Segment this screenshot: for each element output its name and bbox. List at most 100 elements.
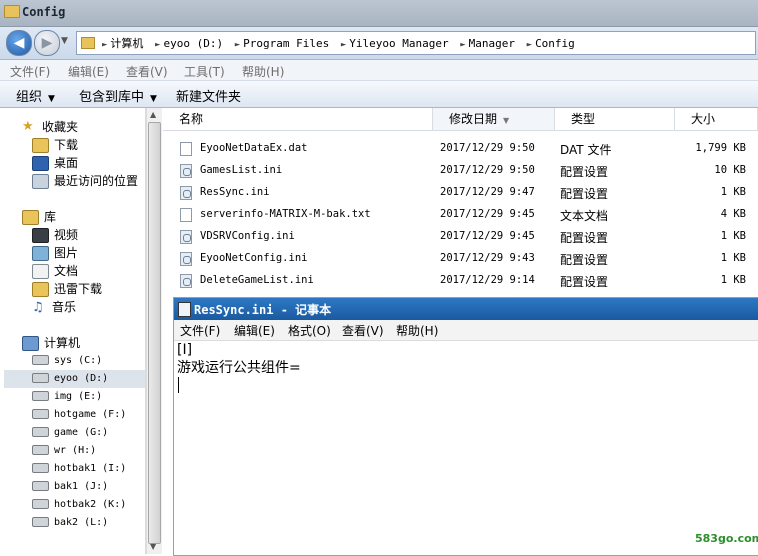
config-file-icon — [180, 230, 192, 244]
drive-i[interactable]: hotbak1 (I:) — [32, 460, 126, 478]
table-row[interactable]: DeleteGameList.ini 2017/12/29 9:14 配置设置 … — [163, 270, 758, 292]
breadcrumb-item[interactable]: 计算机 — [110, 37, 143, 50]
video-library-icon — [32, 228, 49, 243]
drive-h[interactable]: wr (H:) — [32, 442, 96, 460]
nav-item-recent[interactable]: 最近访问的位置 — [32, 172, 138, 190]
table-row[interactable]: VDSRVConfig.ini 2017/12/29 9:45 配置设置 1 K… — [163, 226, 758, 248]
notepad-menu-file[interactable]: 文件(F) — [180, 322, 220, 339]
computer-icon — [22, 336, 39, 351]
desktop-icon — [32, 156, 49, 171]
column-header-size[interactable]: 大小 — [675, 108, 758, 130]
back-button[interactable]: ◀ — [6, 30, 32, 56]
notepad-menu-format[interactable]: 格式(O) — [288, 322, 331, 339]
notepad-icon — [178, 302, 191, 317]
document-library-icon — [32, 264, 49, 279]
column-header-type[interactable]: 类型 — [555, 108, 675, 130]
breadcrumb-item[interactable]: Manager — [469, 37, 515, 50]
scrollbar-thumb[interactable] — [148, 122, 161, 544]
nav-item-documents[interactable]: 文档 — [32, 262, 78, 280]
nav-item-music[interactable]: ♫ 音乐 — [32, 298, 76, 316]
text-line: 游戏运行公共组件= — [177, 360, 301, 376]
drive-icon — [32, 444, 49, 455]
scroll-down-icon[interactable]: ▼ — [150, 542, 156, 551]
drive-c[interactable]: sys (C:) — [32, 352, 102, 370]
menu-help[interactable]: 帮助(H) — [242, 63, 284, 80]
breadcrumb-item[interactable]: Yileyoo Manager — [349, 37, 448, 50]
breadcrumb-item[interactable]: Config — [535, 37, 575, 50]
drive-icon — [32, 498, 49, 509]
drive-icon — [32, 390, 49, 401]
table-row[interactable]: ResSync.ini 2017/12/29 9:47 配置设置 1 KB — [163, 182, 758, 204]
scroll-up-icon[interactable]: ▲ — [150, 110, 156, 119]
downloads-folder-icon — [32, 138, 49, 153]
text-file-icon — [180, 208, 192, 222]
column-header-name[interactable]: 名称 — [163, 108, 433, 130]
drive-k[interactable]: hotbak2 (K:) — [32, 496, 126, 514]
table-row[interactable]: EyooNetConfig.ini 2017/12/29 9:43 配置设置 1… — [163, 248, 758, 270]
drive-icon — [32, 408, 49, 419]
navigation-scrollbar[interactable]: ▲ ▼ — [146, 108, 162, 554]
drive-g[interactable]: game (G:) — [32, 424, 108, 442]
column-header-date[interactable]: 修改日期 ▼ — [433, 108, 555, 130]
table-row[interactable]: EyooNetDataEx.dat 2017/12/29 9:50 DAT 文件… — [163, 138, 758, 160]
table-row[interactable]: serverinfo-MATRIX-M-bak.txt 2017/12/29 9… — [163, 204, 758, 226]
menu-edit[interactable]: 编辑(E) — [68, 63, 109, 80]
nav-item-videos[interactable]: 视频 — [32, 226, 78, 244]
nav-libraries[interactable]: 库 — [22, 208, 56, 226]
notepad-titlebar[interactable]: ResSync.ini - 记事本 — [174, 298, 758, 320]
menu-file[interactable]: 文件(F) — [10, 63, 50, 80]
text-line: [I] — [177, 342, 193, 358]
folder-icon — [4, 5, 20, 18]
address-bar[interactable]: ► 计算机 ► eyoo (D:) ► Program Files ► Yileyoo … — [76, 31, 756, 55]
nav-item-desktop[interactable]: 桌面 — [32, 154, 78, 172]
drive-e[interactable]: img (E:) — [32, 388, 102, 406]
library-icon — [22, 210, 39, 225]
chevron-down-icon: ▼ — [150, 94, 157, 104]
menu-view[interactable]: 查看(V) — [126, 63, 168, 80]
notepad-title: ResSync.ini - 记事本 — [194, 303, 332, 317]
nav-favorites[interactable]: ★ 收藏夹 — [22, 118, 78, 136]
star-icon: ★ — [22, 119, 34, 134]
watermark: 583go.com — [695, 532, 758, 545]
nav-item-pictures[interactable]: 图片 — [32, 244, 78, 262]
new-folder-button[interactable]: 新建文件夹 — [176, 86, 241, 105]
drive-d-selected[interactable]: eyoo (D:) — [4, 370, 145, 388]
nav-item-downloads[interactable]: 下载 — [32, 136, 78, 154]
music-note-icon: ♫ — [32, 300, 44, 315]
breadcrumb-item[interactable]: eyoo (D:) — [163, 37, 223, 50]
folder-icon — [81, 37, 95, 49]
drive-l[interactable]: bak2 (L:) — [32, 514, 108, 532]
forward-button[interactable]: ▶ — [34, 30, 60, 56]
menu-tools[interactable]: 工具(T) — [184, 63, 225, 80]
address-row: ◀ ▶ ▼ ► 计算机 ► eyoo (D:) ► Program Files ► Yi… — [0, 27, 758, 60]
text-caret — [178, 377, 179, 393]
notepad-text-area[interactable]: [I] 游戏运行公共组件= — [177, 341, 757, 553]
config-file-icon — [180, 164, 192, 178]
notepad-menu-edit[interactable]: 编辑(E) — [234, 322, 275, 339]
drive-icon — [32, 426, 49, 437]
config-file-icon — [180, 274, 192, 288]
window-title: Config — [22, 5, 66, 19]
menu-bar: 文件(F) 编辑(E) 查看(V) 工具(T) 帮助(H) — [0, 60, 758, 81]
nav-item-thunder-downloads[interactable]: 迅雷下载 — [32, 280, 102, 298]
config-file-icon — [180, 252, 192, 266]
sort-descending-icon: ▼ — [503, 116, 510, 125]
notepad-menu-bar: 文件(F) 编辑(E) 格式(O) 查看(V) 帮助(H) — [174, 320, 758, 341]
drive-icon — [32, 516, 49, 527]
notepad-menu-view[interactable]: 查看(V) — [342, 322, 384, 339]
drive-f[interactable]: hotgame (F:) — [32, 406, 126, 424]
drive-j[interactable]: bak1 (J:) — [32, 478, 108, 496]
notepad-menu-help[interactable]: 帮助(H) — [396, 322, 438, 339]
navigation-pane: ★ 收藏夹 下载 桌面 最近访问的位置 库 视频 图片 文档 迅雷下载 ♫ 音乐 计… — [0, 108, 146, 554]
table-row[interactable]: GamesList.ini 2017/12/29 9:50 配置设置 10 KB — [163, 160, 758, 182]
recent-pages-dropdown[interactable]: ▼ — [61, 36, 68, 46]
notepad-window: ResSync.ini - 记事本 文件(F) 编辑(E) 格式(O) 查看(V… — [173, 297, 758, 556]
config-file-icon — [180, 186, 192, 200]
drive-icon — [32, 372, 49, 383]
nav-computer[interactable]: 计算机 — [22, 334, 80, 352]
breadcrumb-item[interactable]: Program Files — [243, 37, 329, 50]
include-in-library-button[interactable]: 包含到库中 ▼ — [79, 86, 157, 105]
drive-icon — [32, 354, 49, 365]
drive-icon — [32, 480, 49, 491]
organize-button[interactable]: 组织 ▼ — [16, 86, 55, 105]
